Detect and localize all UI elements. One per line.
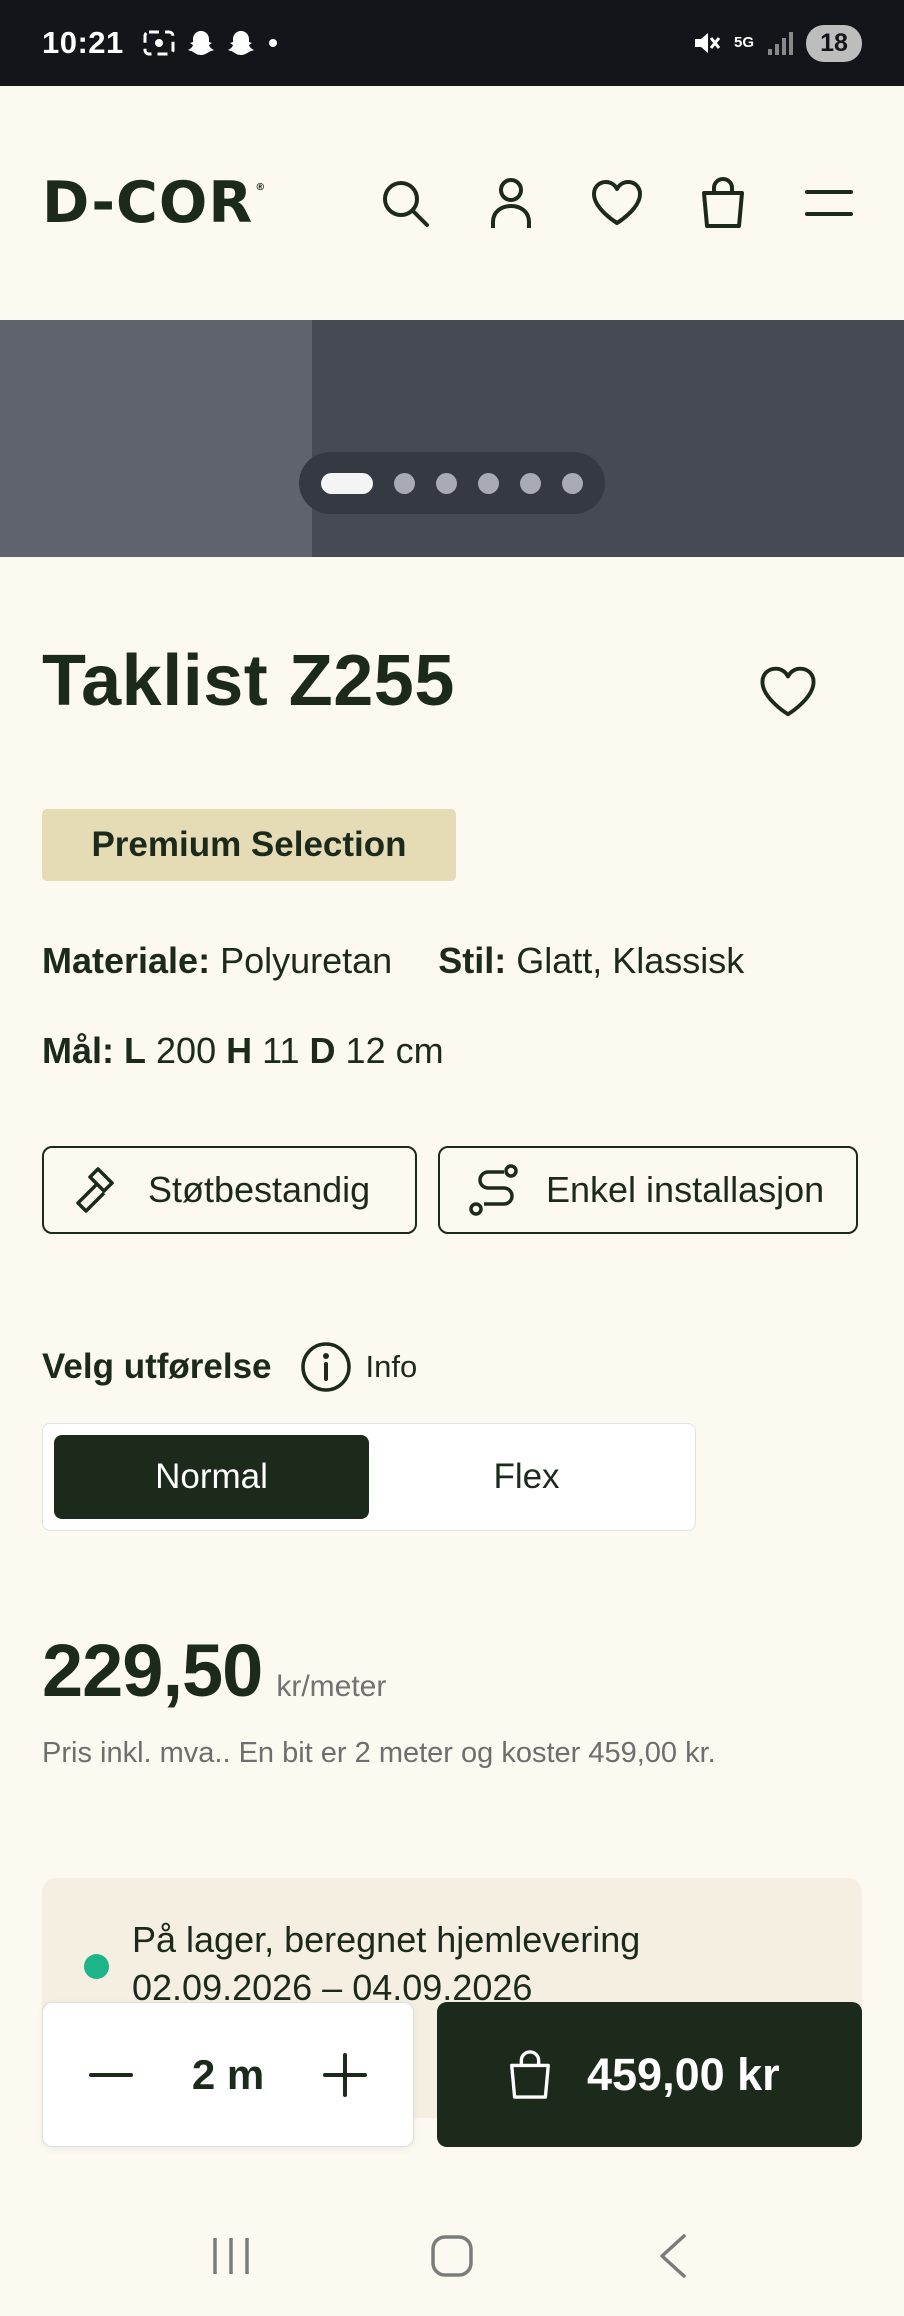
feature-impact-resistant: Støtbestandig — [42, 1146, 417, 1234]
info-label: Info — [365, 1349, 418, 1384]
mute-icon — [694, 33, 721, 53]
hammer-icon — [76, 1167, 114, 1213]
carousel-dot[interactable] — [520, 472, 541, 494]
search-icon[interactable] — [376, 174, 434, 232]
snapchat-icon — [187, 31, 214, 55]
snapchat-icon — [227, 31, 254, 55]
variant-heading: Velg utførelse Info — [42, 1341, 417, 1393]
carousel-dot[interactable] — [478, 472, 499, 494]
image-carousel[interactable] — [0, 320, 904, 557]
heart-icon — [760, 666, 816, 717]
dims-label: Mål: — [42, 1030, 114, 1071]
recent-apps-button[interactable] — [201, 2226, 261, 2286]
back-button[interactable] — [643, 2226, 703, 2286]
quantity-stepper: 2 m — [42, 2002, 414, 2147]
favorite-button[interactable] — [758, 664, 818, 720]
variant-option-flex[interactable]: Flex — [369, 1435, 684, 1519]
quantity-value: 2 m — [191, 2050, 265, 2098]
add-to-cart-button[interactable]: 459,00 kr — [437, 2002, 862, 2147]
dim-d-value: 12 cm — [345, 1030, 444, 1071]
site-header: D-COR ® — [0, 86, 904, 320]
carousel-dot[interactable] — [321, 472, 373, 494]
system-nav-bar — [0, 2196, 904, 2316]
variant-option-normal[interactable]: Normal — [54, 1435, 369, 1519]
price-unit: kr/meter — [276, 1670, 387, 1703]
battery-level: 18 — [806, 24, 862, 62]
carousel-dot[interactable] — [394, 472, 415, 494]
plus-icon — [323, 2052, 367, 2097]
carousel-pagination — [299, 452, 605, 514]
carousel-image — [0, 320, 312, 557]
product-dimensions: Mål: L 200 H 11 D 12 cm — [42, 1030, 444, 1072]
heart-icon[interactable] — [588, 174, 646, 232]
cart-price: 459,00 kr — [587, 2048, 780, 2100]
bag-icon[interactable] — [694, 174, 752, 232]
info-icon — [300, 1342, 351, 1392]
notification-dot-icon — [268, 39, 277, 47]
dim-d-label: D — [309, 1030, 336, 1071]
account-icon[interactable] — [482, 174, 540, 232]
carousel-dot[interactable] — [436, 472, 457, 494]
route-icon — [469, 1164, 518, 1216]
status-time: 10:21 — [42, 25, 124, 60]
price-note: Pris inkl. mva.. En bit er 2 meter og ko… — [42, 1737, 716, 1769]
style-value: Glatt, Klassisk — [516, 940, 745, 981]
feature-label: Enkel installasjon — [546, 1169, 825, 1210]
bag-icon — [510, 2049, 550, 2099]
variant-toggle: Normal Flex — [42, 1423, 696, 1531]
increase-button[interactable] — [321, 2051, 369, 2099]
home-button[interactable] — [422, 2226, 482, 2286]
dim-l-label: L — [124, 1030, 147, 1071]
style-label: Stil: — [438, 940, 507, 981]
logo-mark: ® — [255, 182, 267, 193]
logo[interactable]: D-COR ® — [42, 170, 266, 236]
signal-icon — [768, 32, 793, 55]
price-block: 229,50 kr/meter — [42, 1628, 386, 1713]
product-title: Taklist Z255 — [42, 641, 455, 721]
status-bar: 10:21 5G 18 — [0, 0, 904, 86]
network-type: 5G — [733, 34, 754, 51]
dim-h-label: H — [226, 1030, 253, 1071]
price-value: 229,50 — [42, 1629, 263, 1712]
carousel-dot[interactable] — [562, 472, 583, 494]
variant-title: Velg utførelse — [42, 1347, 272, 1386]
in-stock-indicator — [84, 1954, 109, 1979]
logo-text: D-COR — [42, 170, 254, 236]
dim-h-value: 11 — [262, 1030, 300, 1071]
feature-easy-install: Enkel installasjon — [438, 1146, 858, 1234]
minus-icon — [89, 2072, 133, 2077]
dim-l-value: 200 — [156, 1030, 217, 1071]
menu-icon[interactable] — [800, 174, 858, 232]
info-button[interactable]: Info — [300, 1341, 418, 1393]
decrease-button[interactable] — [87, 2051, 135, 2099]
material-label: Materiale: — [42, 940, 211, 981]
recent-apps-icon — [212, 2238, 249, 2274]
premium-badge: Premium Selection — [42, 809, 456, 881]
stock-line-1: På lager, beregnet hjemlevering — [132, 1919, 641, 1960]
feature-label: Støtbestandig — [148, 1169, 371, 1210]
screenshot-icon — [143, 30, 175, 56]
material-value: Polyuretan — [220, 940, 393, 981]
back-icon — [660, 2234, 687, 2278]
home-icon — [431, 2235, 473, 2277]
product-specs: Materiale: Polyuretan Stil: Glatt, Klass… — [42, 940, 744, 982]
